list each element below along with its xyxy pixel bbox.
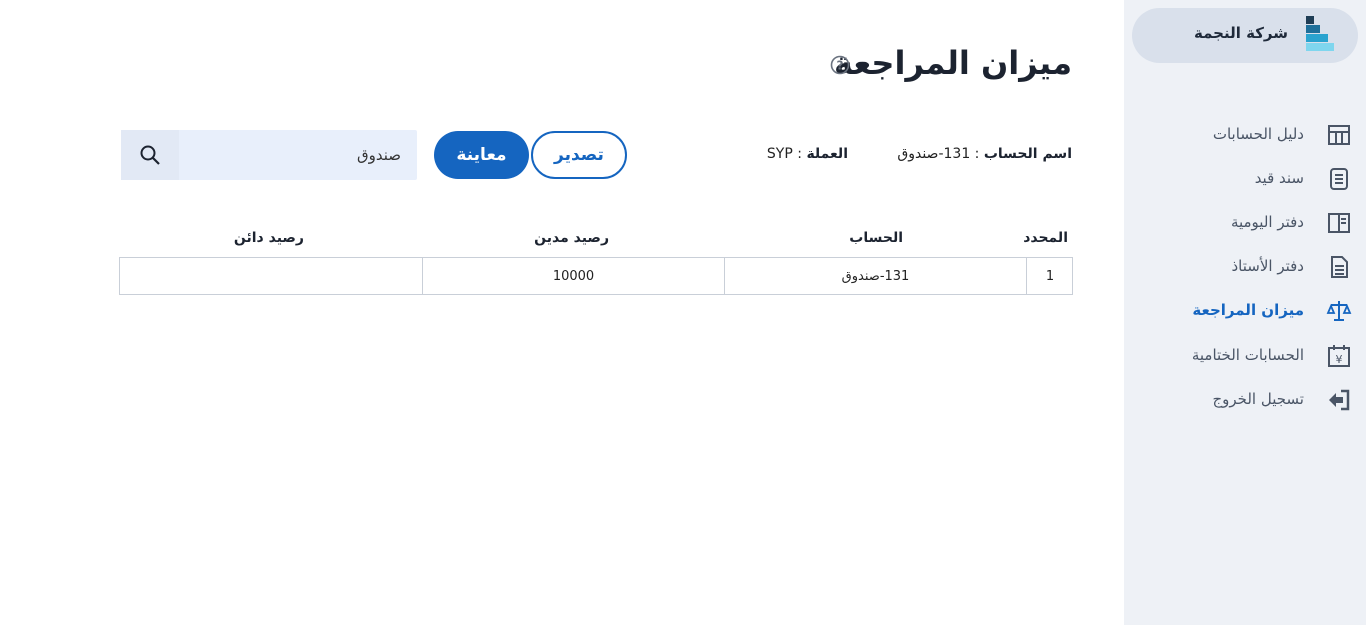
sidebar-item-label: تسجيل الخروج xyxy=(1212,390,1304,408)
sidebar-item-final-accounts[interactable]: ¥ الحسابات الختامية xyxy=(1124,341,1366,371)
cell-account: 131-صندوق xyxy=(724,258,1026,294)
page-title: ميزان المراجعة xyxy=(833,44,1072,82)
sidebar-item-label: ميزان المراجعة xyxy=(1192,301,1304,319)
svg-text:¥: ¥ xyxy=(1336,353,1343,366)
currency-label: العملة xyxy=(806,146,848,162)
scale-icon xyxy=(1326,301,1352,321)
logout-icon xyxy=(1329,389,1350,411)
sidebar-item-label: الحسابات الختامية xyxy=(1191,346,1304,364)
company-logo-icon xyxy=(1306,16,1334,51)
sidebar: شركة النجمة دليل الحسابات سند قيد دفتر ا… xyxy=(1124,0,1366,625)
table-icon xyxy=(1328,125,1350,145)
account-info: اسم الحساب : 131-صندوق xyxy=(897,146,1072,162)
column-header-account: الحساب xyxy=(849,230,903,246)
sidebar-item-daybook[interactable]: دفتر اليومية xyxy=(1124,208,1366,238)
book-icon xyxy=(1328,213,1350,233)
sidebar-item-label: دفتر الأستاذ xyxy=(1231,257,1305,275)
calendar-yen-icon: ¥ xyxy=(1328,345,1350,367)
search-button[interactable] xyxy=(121,130,179,180)
search-box xyxy=(121,130,417,180)
sidebar-item-trial-balance[interactable]: ميزان المراجعة xyxy=(1124,296,1366,326)
cell-selected: 1 xyxy=(1026,258,1073,294)
search-icon xyxy=(140,145,160,165)
sidebar-item-ledger[interactable]: دفتر الأستاذ xyxy=(1124,252,1366,282)
account-label: اسم الحساب xyxy=(983,146,1072,162)
svg-text:?: ? xyxy=(837,59,844,73)
search-input[interactable] xyxy=(179,130,417,180)
preview-button[interactable]: معاينة xyxy=(434,131,529,179)
sidebar-item-label: سند قيد xyxy=(1254,169,1304,187)
sidebar-item-chart-of-accounts[interactable]: دليل الحسابات xyxy=(1124,120,1366,150)
sidebar-item-label: دفتر اليومية xyxy=(1230,213,1304,231)
sidebar-item-label: دليل الحسابات xyxy=(1212,125,1304,143)
cell-credit xyxy=(120,258,422,294)
column-header-debit: رصيد مدين xyxy=(534,230,609,246)
cell-debit: 10000 xyxy=(422,258,724,294)
sidebar-item-journal-voucher[interactable]: سند قيد xyxy=(1124,164,1366,194)
column-header-credit: رصيد دائن xyxy=(233,230,304,246)
account-value: : 131-صندوق xyxy=(897,146,980,162)
export-button[interactable]: تصدير xyxy=(531,131,627,179)
column-header-selected: المحدد xyxy=(1023,230,1068,246)
currency-info: العملة : SYP xyxy=(767,146,848,162)
currency-value: : SYP xyxy=(766,146,802,162)
sidebar-item-logout[interactable]: تسجيل الخروج xyxy=(1124,385,1366,415)
ledger-icon xyxy=(1331,256,1348,278)
company-name: شركة النجمة xyxy=(1194,24,1288,42)
document-list-icon xyxy=(1330,168,1348,190)
table-row[interactable]: 1 131-صندوق 10000 xyxy=(119,257,1073,295)
company-brand[interactable]: شركة النجمة xyxy=(1132,8,1358,63)
help-icon[interactable]: ? xyxy=(830,55,850,75)
